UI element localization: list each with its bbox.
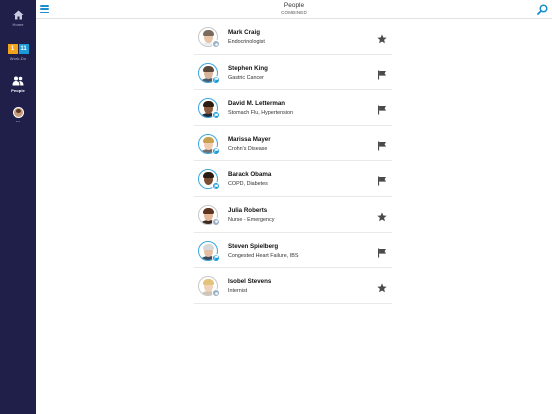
flag-icon[interactable] [377, 173, 387, 186]
flag-icon[interactable] [377, 245, 387, 258]
dot-badge-icon [212, 40, 220, 48]
sidebar-item-workdo[interactable]: 1 11 Work-Do [0, 44, 36, 61]
person-row[interactable]: Stephen King Gastric Cancer [194, 55, 392, 91]
page-subtitle: COMBINED [281, 10, 307, 15]
app-window: Home 1 11 Work-Do People ... People COMB… [0, 0, 552, 414]
avatar [198, 169, 220, 191]
person-row[interactable]: Barack Obama COPD, Diabetes [194, 161, 392, 197]
dot-badge-icon [212, 217, 220, 226]
person-name: Barack Obama [228, 171, 272, 179]
avatar [12, 107, 24, 118]
search-icon[interactable] [537, 4, 548, 15]
top-bar: People COMBINED [36, 0, 552, 19]
person-detail: Stomach Flu, Hypertension [228, 110, 294, 117]
person-name: Marissa Mayer [228, 135, 271, 143]
star-icon[interactable] [377, 280, 387, 293]
person-name: Steven Spielberg [228, 242, 279, 250]
avatar [198, 98, 220, 120]
flag-badge-icon [212, 182, 220, 191]
person-detail: Crohn's Disease [228, 145, 268, 152]
title-block: People COMBINED [36, 2, 552, 16]
page-title: People [283, 2, 305, 9]
person-name: Stephen King [228, 64, 268, 72]
person-row[interactable]: Marissa Mayer Crohn's Disease [194, 126, 392, 162]
avatar [198, 133, 220, 155]
person-row[interactable]: Mark Craig Endocrinologist [194, 19, 392, 55]
star-icon[interactable] [377, 31, 387, 44]
avatar [198, 204, 220, 226]
person-detail: Internist [228, 288, 248, 295]
person-row[interactable]: Isobel Stevens Internist [194, 268, 392, 304]
sidebar-item-people[interactable]: People [0, 76, 36, 93]
flag-icon[interactable] [377, 138, 387, 151]
person-name: David M. Letterman [228, 100, 286, 108]
todo-count-badge: 1 [7, 44, 18, 54]
avatar [198, 27, 220, 48]
sidebar: Home 1 11 Work-Do People ... [0, 0, 36, 414]
person-detail: Gastric Cancer [228, 74, 264, 81]
home-icon [13, 10, 23, 20]
todo-icon: 1 11 [7, 44, 29, 54]
people-list: Mark Craig Endocrinologist Stephen King … [194, 19, 392, 304]
flag-icon[interactable] [377, 102, 387, 115]
sidebar-item-home[interactable]: Home [0, 10, 36, 27]
person-row[interactable]: Julia Roberts Nurse - Emergency [194, 197, 392, 233]
person-row[interactable]: David M. Letterman Stomach Flu, Hyperten… [194, 90, 392, 126]
avatar [198, 240, 220, 262]
dot-badge-icon [212, 289, 220, 298]
more-dots: ... [15, 118, 21, 124]
sidebar-item-profile[interactable]: ... [0, 107, 36, 124]
flag-badge-icon [212, 146, 220, 155]
person-name: Mark Craig [228, 29, 260, 36]
people-icon [12, 76, 24, 86]
person-detail: Endocrinologist [228, 39, 265, 45]
flag-icon[interactable] [377, 67, 387, 80]
star-icon[interactable] [377, 209, 387, 222]
person-detail: COPD, Diabetes [228, 181, 268, 188]
person-detail: Congested Heart Failure, IBS [228, 252, 299, 259]
sidebar-item-label: Work-Do [9, 56, 27, 61]
flag-badge-icon [212, 111, 220, 120]
flag-badge-icon [212, 253, 220, 262]
person-row[interactable]: Steven Spielberg Congested Heart Failure… [194, 233, 392, 269]
person-detail: Nurse - Emergency [228, 216, 275, 223]
avatar [198, 276, 220, 298]
person-name: Isobel Stevens [228, 278, 272, 286]
sidebar-item-label: Home [12, 22, 24, 27]
sidebar-item-label: People [11, 88, 25, 93]
flag-badge-icon [212, 75, 220, 84]
person-name: Julia Roberts [228, 206, 268, 214]
avatar [198, 62, 220, 84]
todo-count-badge: 11 [18, 44, 29, 54]
